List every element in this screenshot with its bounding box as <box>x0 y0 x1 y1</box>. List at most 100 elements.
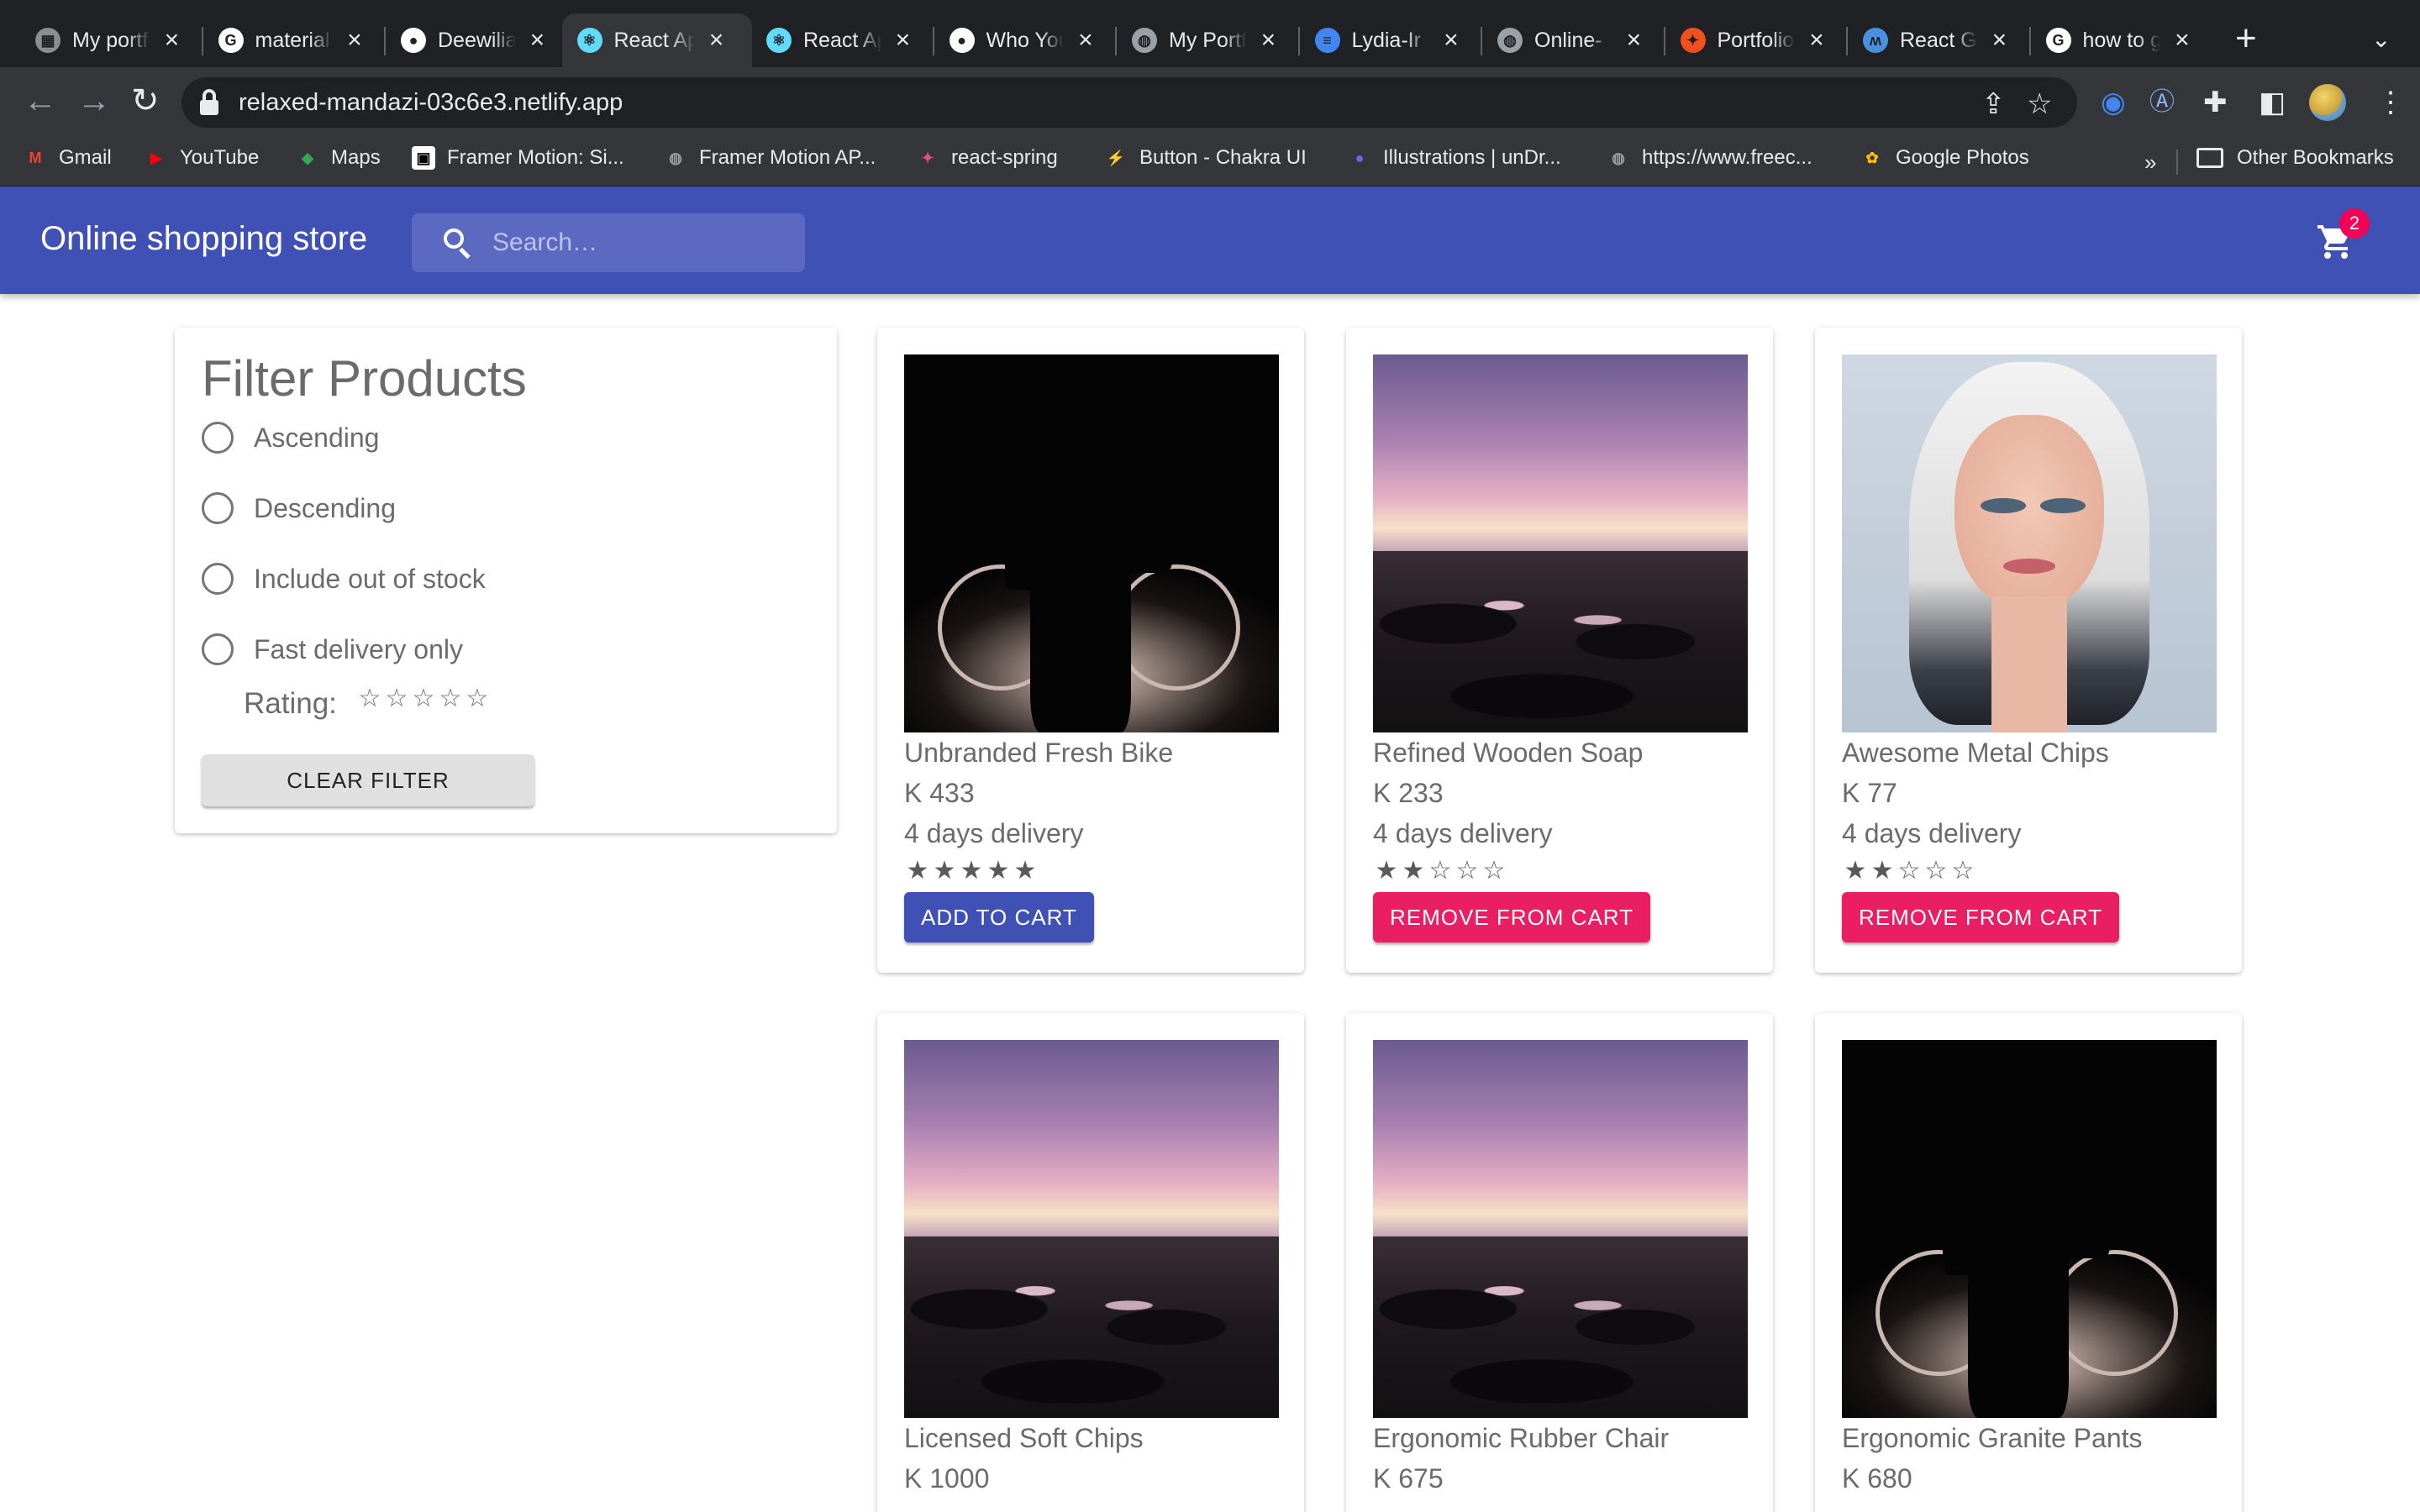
product-card: Unbranded Fresh Bike K 433 4 days delivery… <box>877 328 1304 973</box>
product-image <box>904 1040 1279 1418</box>
browser-tab[interactable]: ≡ Lydia-Ir × <box>1300 13 1476 67</box>
browser-tab[interactable]: ⚛ React App × <box>561 13 752 67</box>
other-bookmarks[interactable]: Other Bookmarks <box>2196 146 2394 170</box>
star-icon[interactable]: ☆ <box>383 684 410 713</box>
url-text[interactable]: relaxed-mandazi-03c6e3.netlify.app <box>239 89 623 117</box>
remove-from-cart-button[interactable]: REMOVE FROM CART <box>1842 892 2119 942</box>
product-name: Refined Wooden Soap <box>1373 738 1644 768</box>
share-icon[interactable]: ⇪ <box>1981 87 2006 121</box>
forward-icon[interactable]: → <box>77 84 111 118</box>
close-tab-icon[interactable]: × <box>1259 26 1278 55</box>
extension-globe-icon[interactable]: ◉ <box>2101 87 2126 118</box>
remove-from-cart-button[interactable]: REMOVE FROM CART <box>1373 892 1650 942</box>
close-tab-icon[interactable]: × <box>1624 26 1644 55</box>
address-bar[interactable]: relaxed-mandazi-03c6e3.netlify.app ⇪ ☆ <box>182 77 2077 128</box>
clear-filter-button[interactable]: CLEAR FILTER <box>202 754 534 806</box>
browser-tab[interactable]: Gmaterial ui × <box>203 13 380 67</box>
browser-tab[interactable]: ◍ Online- × <box>1482 13 1659 67</box>
lock-icon[interactable] <box>200 89 218 116</box>
extension-a-icon[interactable]: Ⓐ <box>2149 87 2175 118</box>
browser-tab[interactable]: ● Who You × <box>934 13 1111 67</box>
side-panel-icon[interactable]: ◧ <box>2259 87 2286 118</box>
star-icon[interactable]: ☆ <box>410 684 437 713</box>
star-filled-icon: ★ <box>1844 857 1867 885</box>
radio-button[interactable] <box>202 492 234 524</box>
close-tab-icon[interactable]: × <box>2172 26 2191 55</box>
rating-filter-stars[interactable]: ☆ ☆ ☆ ☆ ☆ <box>356 684 491 713</box>
product-price: K 233 <box>1373 778 1444 808</box>
close-tab-icon[interactable]: × <box>893 26 913 55</box>
bookmark-item[interactable]: ◍ Framer Motion AP... <box>664 146 876 170</box>
radio-label: Descending <box>254 492 396 523</box>
product-price: K 680 <box>1842 1463 1912 1494</box>
browser-tab[interactable]: ◍ My Portfolio × <box>1117 13 1293 67</box>
browser-tab-strip: + ⌄ ▦ My portfolio × Gmaterial ui × ● Deewilia… <box>0 0 2420 67</box>
close-tab-icon[interactable]: × <box>528 26 547 55</box>
browser-tab[interactable]: ʍ React G × <box>1848 13 2024 67</box>
tab-favicon-icon: G <box>2045 28 2071 53</box>
tab-divider <box>1481 27 1482 55</box>
browser-tab[interactable]: ● Deewilia × <box>386 13 562 67</box>
product-price: K 77 <box>1842 778 1897 808</box>
extensions-puzzle-icon[interactable]: ✚ <box>2203 87 2228 118</box>
new-tab-icon[interactable]: + <box>2235 20 2257 57</box>
add-to-cart-button[interactable]: ADD TO CART <box>904 892 1094 942</box>
more-bookmarks-chevron[interactable]: » <box>2144 150 2156 176</box>
search-box[interactable] <box>412 213 805 272</box>
close-tab-icon[interactable]: × <box>1807 26 1826 55</box>
radio-button[interactable] <box>202 563 234 595</box>
bookmark-label: YouTube <box>180 146 260 169</box>
reload-icon[interactable]: ↻ <box>131 84 160 118</box>
product-card: Awesome Metal Chips K 77 4 days delivery ★ ★… <box>1815 328 2242 973</box>
product-rating: ★ ★ ★ ★ ★ <box>904 857 1039 885</box>
product-name: Awesome Metal Chips <box>1842 738 2109 768</box>
filter-fast-delivery[interactable]: Fast delivery only <box>202 633 463 665</box>
tab-search-chevron-icon[interactable]: ⌄ <box>2371 25 2391 53</box>
bookmark-item[interactable]: ◍ https://www.freec... <box>1607 146 1812 170</box>
bookmark-label: https://www.freec... <box>1642 146 1812 169</box>
tab-title: material ui <box>255 28 334 52</box>
star-icon[interactable]: ☆ <box>464 684 491 713</box>
product-delivery: 4 days delivery <box>1842 818 2022 848</box>
product-rating: ★ ★ ☆ ☆ ☆ <box>1373 857 1507 885</box>
bookmark-item[interactable]: ▣ Framer Motion: Si... <box>412 146 624 170</box>
product-card: Ergonomic Rubber Chair K 675 <box>1346 1013 1773 1512</box>
filter-ascending[interactable]: Ascending <box>202 422 379 454</box>
star-icon[interactable]: ☆ <box>437 684 464 713</box>
bookmark-item[interactable]: ⚡ Button - Chakra UI <box>1104 146 1307 170</box>
close-tab-icon[interactable]: × <box>707 26 727 55</box>
browser-menu-icon[interactable]: ⋮ <box>2376 87 2405 118</box>
bookmark-item[interactable]: ◆ Maps <box>296 146 381 170</box>
filter-include-out-of-stock[interactable]: Include out of stock <box>202 563 486 595</box>
browser-tab[interactable]: Ghow to g × <box>2031 13 2207 67</box>
tab-favicon-icon: G <box>218 28 244 53</box>
star-empty-icon: ☆ <box>1482 857 1506 885</box>
back-icon[interactable]: ← <box>24 84 57 118</box>
close-tab-icon[interactable]: × <box>162 26 182 55</box>
star-empty-icon: ☆ <box>1924 857 1948 885</box>
bookmark-item[interactable]: ✿ Google Photos <box>1860 146 2029 170</box>
bookmark-item[interactable]: ▶ YouTube <box>145 146 259 170</box>
browser-tab[interactable]: ✦ Portfolio × <box>1665 13 1842 67</box>
tab-title: Deewilia <box>438 28 516 52</box>
store-title: Online shopping store <box>40 220 368 257</box>
close-tab-icon[interactable]: × <box>1076 26 1095 55</box>
star-filled-icon: ★ <box>1402 857 1425 885</box>
bookmark-label: Google Photos <box>1896 146 2029 169</box>
bookmark-star-icon[interactable]: ☆ <box>2027 87 2052 121</box>
radio-button[interactable] <box>202 422 234 454</box>
browser-tab[interactable]: ⚛ React App × <box>751 13 928 67</box>
close-tab-icon[interactable]: × <box>1441 26 1460 55</box>
profile-avatar[interactable] <box>2309 84 2346 121</box>
star-icon[interactable]: ☆ <box>356 684 383 713</box>
close-tab-icon[interactable]: × <box>345 26 364 55</box>
browser-tab[interactable]: ▦ My portfolio × <box>20 13 197 67</box>
search-input[interactable] <box>492 222 786 264</box>
radio-label: Ascending <box>254 422 380 453</box>
filter-descending[interactable]: Descending <box>202 492 396 524</box>
radio-button[interactable] <box>202 633 234 665</box>
bookmark-item[interactable]: ● Illustrations | unDr... <box>1348 146 1561 170</box>
close-tab-icon[interactable]: × <box>1990 26 2009 55</box>
bookmark-item[interactable]: M Gmail <box>24 146 112 170</box>
bookmark-item[interactable]: ✦ react-spring <box>916 146 1057 170</box>
